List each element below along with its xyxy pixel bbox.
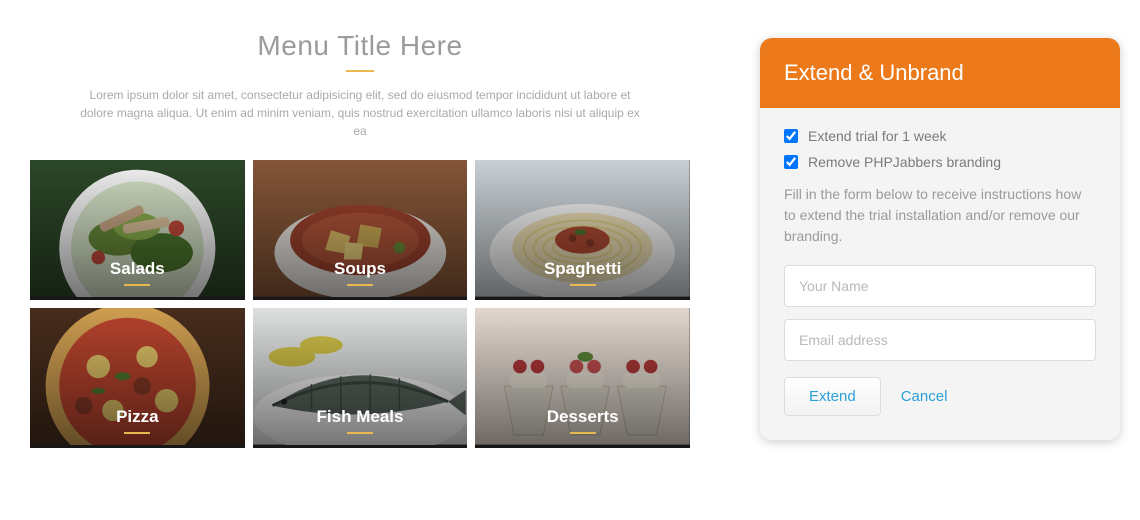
tile-label: Salads xyxy=(30,259,245,286)
checkbox-row-remove[interactable]: Remove PHPJabbers branding xyxy=(784,154,1096,170)
menu-tile-salads[interactable]: Salads xyxy=(30,160,245,300)
extend-trial-label: Extend trial for 1 week xyxy=(808,128,947,144)
menu-tile-fish-meals[interactable]: Fish Meals xyxy=(253,308,468,448)
cancel-link[interactable]: Cancel xyxy=(901,388,948,405)
extend-trial-checkbox[interactable] xyxy=(784,129,798,143)
extend-button[interactable]: Extend xyxy=(784,377,881,416)
name-input[interactable] xyxy=(784,265,1096,307)
menu-tile-spaghetti[interactable]: Spaghetti xyxy=(475,160,690,300)
menu-tile-desserts[interactable]: Desserts xyxy=(475,308,690,448)
panel-title: Extend & Unbrand xyxy=(760,38,1120,108)
menu-tile-soups[interactable]: Soups xyxy=(253,160,468,300)
tile-label: Pizza xyxy=(30,407,245,434)
tile-label: Spaghetti xyxy=(475,259,690,286)
tile-label: Fish Meals xyxy=(253,407,468,434)
extend-panel: Extend & Unbrand Extend trial for 1 week… xyxy=(760,38,1120,440)
panel-instructions: Fill in the form below to receive instru… xyxy=(784,184,1096,247)
checkbox-row-extend[interactable]: Extend trial for 1 week xyxy=(784,128,1096,144)
menu-description: Lorem ipsum dolor sit amet, consectetur … xyxy=(80,86,640,140)
menu-tile-pizza[interactable]: Pizza xyxy=(30,308,245,448)
remove-branding-label: Remove PHPJabbers branding xyxy=(808,154,1001,170)
tile-label: Soups xyxy=(253,259,468,286)
remove-branding-checkbox[interactable] xyxy=(784,155,798,169)
title-underline xyxy=(346,70,374,72)
email-input[interactable] xyxy=(784,319,1096,361)
menu-title: Menu Title Here xyxy=(30,30,690,62)
tile-label: Desserts xyxy=(475,407,690,434)
menu-grid: Salads Soups xyxy=(30,160,690,448)
